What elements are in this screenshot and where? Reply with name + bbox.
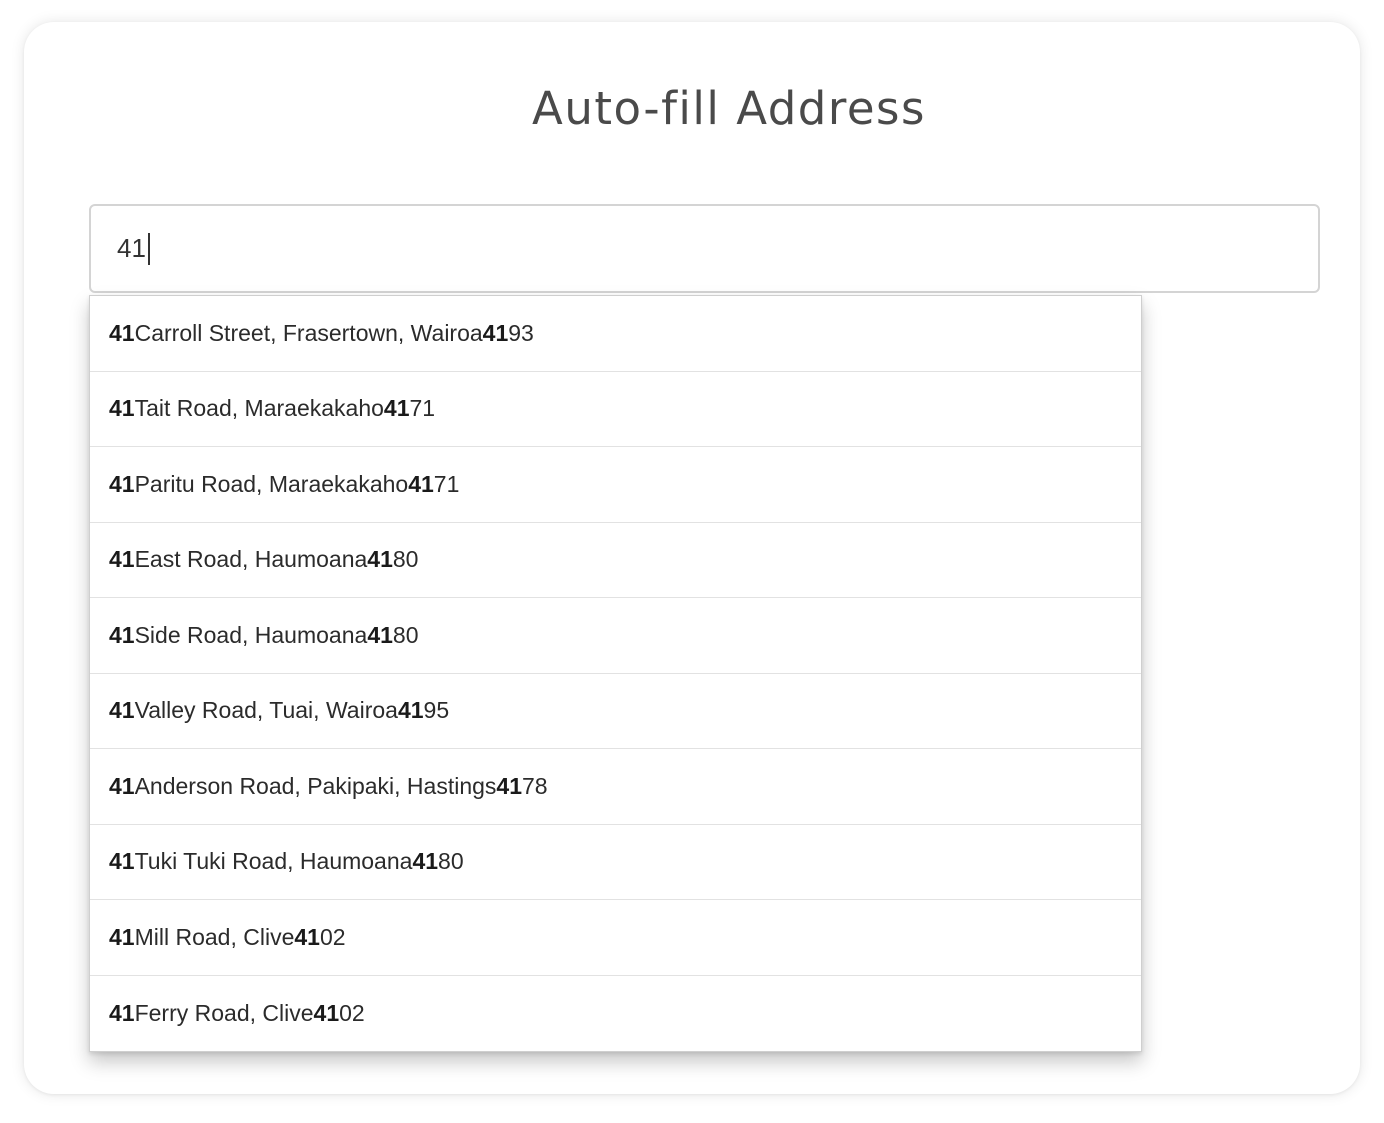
suggestion-item[interactable]: 41 Paritu Road, Maraekakaho 41 71 — [90, 447, 1141, 523]
suggestion-item[interactable]: 41 Carroll Street, Frasertown, Wairoa 41… — [90, 296, 1141, 372]
suggestion-item[interactable]: 41 Valley Road, Tuai, Wairoa 41 95 — [90, 674, 1141, 749]
suggestion-item[interactable]: 41 Tait Road, Maraekakaho 41 71 — [90, 372, 1141, 447]
suggestion-item[interactable]: 41 Ferry Road, Clive 41 02 — [90, 976, 1141, 1052]
suggestion-item[interactable]: 41 Tuki Tuki Road, Haumoana 41 80 — [90, 825, 1141, 900]
address-search-value: 41 — [117, 233, 146, 263]
page-title: Auto-fill Address — [532, 82, 926, 135]
suggestion-item[interactable]: 41 Anderson Road, Pakipaki, Hastings 41 7… — [90, 749, 1141, 825]
suggestion-item[interactable]: 41 East Road, Haumoana 41 80 — [90, 523, 1141, 598]
text-caret — [147, 232, 150, 265]
address-suggestions-dropdown: 41 Carroll Street, Frasertown, Wairoa 41… — [89, 295, 1142, 1052]
suggestion-item[interactable]: 41 Mill Road, Clive 41 02 — [90, 900, 1141, 976]
address-search-input[interactable]: 41 — [89, 204, 1320, 293]
suggestion-item[interactable]: 41 Side Road, Haumoana 41 80 — [90, 598, 1141, 674]
